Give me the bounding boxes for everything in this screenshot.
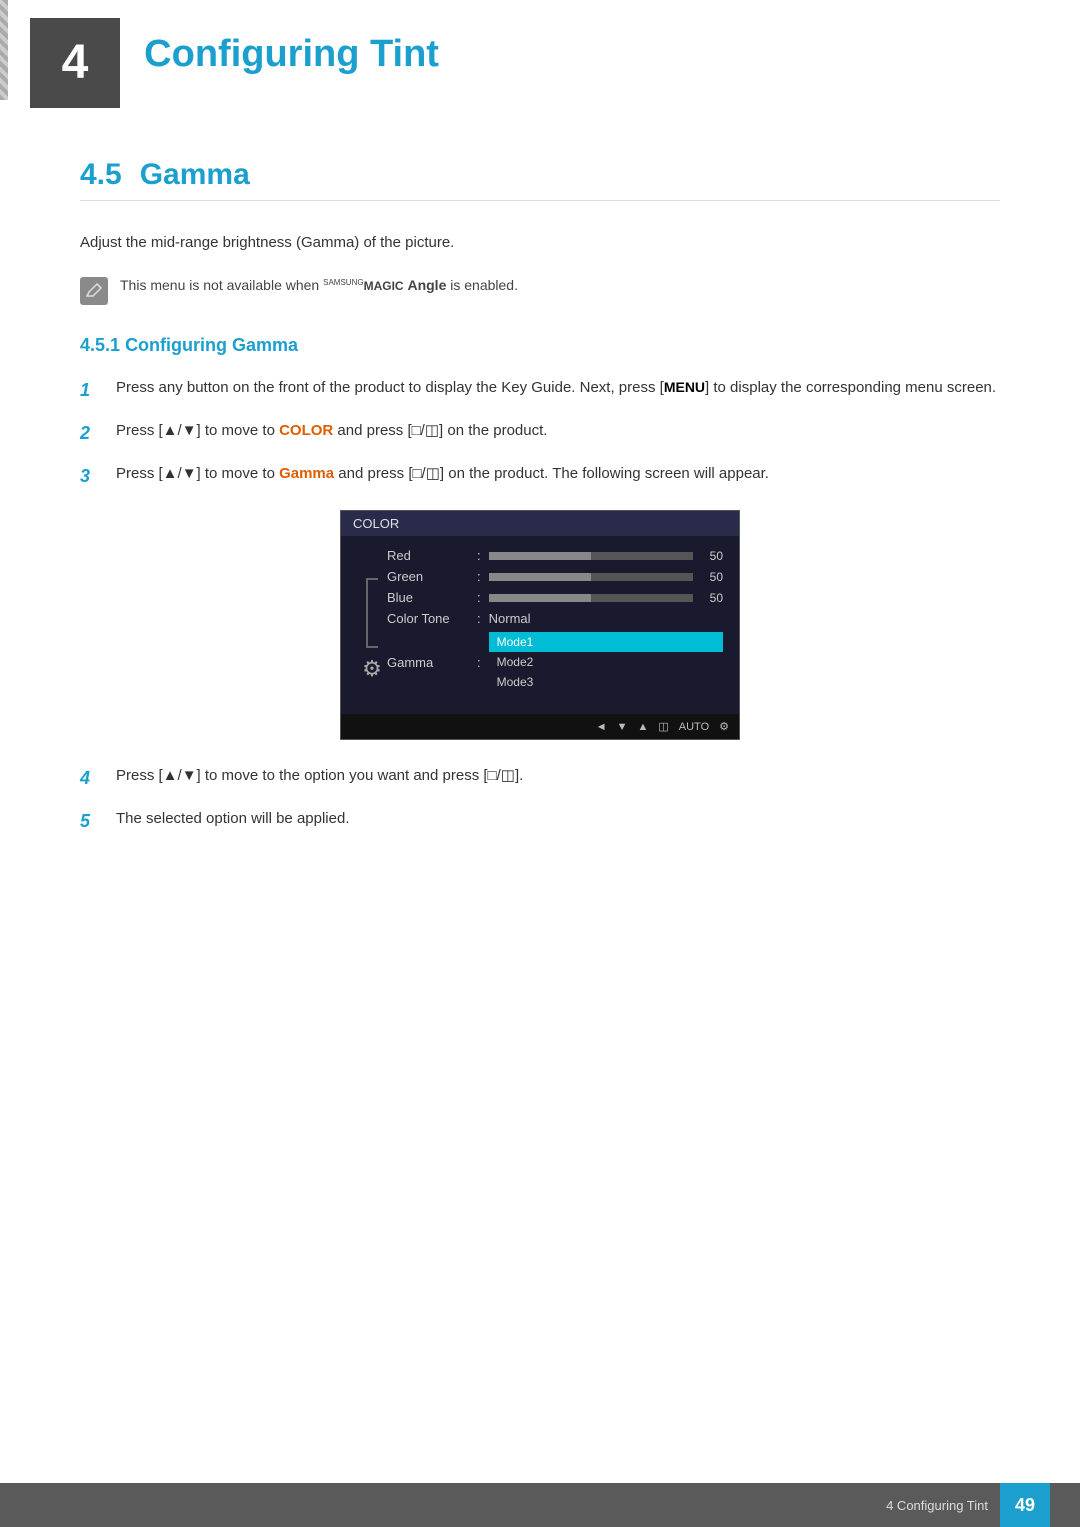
- step-2: 2 Press [▲/▼] to move to COLOR and press…: [80, 419, 1000, 448]
- color-menu-label: COLOR: [279, 422, 333, 439]
- green-bar-container: 50: [489, 570, 723, 584]
- gamma-menu-label: Gamma: [279, 465, 334, 482]
- menu-key: MENU: [664, 379, 705, 395]
- section-heading: 4.5 Gamma: [80, 158, 1000, 201]
- blue-label: Blue: [387, 590, 477, 605]
- monitor-body: ⚙ Red : 50: [341, 536, 739, 714]
- settings-icon: ⚙: [362, 656, 382, 682]
- step-number-4: 4: [80, 764, 100, 793]
- step-1: 1 Press any button on the front of the p…: [80, 376, 1000, 405]
- step-number-5: 5: [80, 807, 100, 836]
- gamma-option-mode3: Mode3: [489, 672, 723, 692]
- monitor-btn-up: ▲: [637, 721, 648, 733]
- subsection-heading: 4.5.1 Configuring Gamma: [80, 335, 1000, 356]
- monitor-btn-gear: ⚙: [719, 720, 729, 733]
- color-tone-label: Color Tone: [387, 611, 477, 626]
- gamma-dropdown: Mode1 Mode2 Mode3: [489, 632, 723, 692]
- monitor-footer: ◄ ▼ ▲ ◫ AUTO ⚙: [341, 714, 739, 739]
- monitor-row-green: Green : 50: [387, 569, 723, 584]
- step-text-3: Press [▲/▼] to move to Gamma and press […: [116, 462, 1000, 491]
- section-description: Adjust the mid-range brightness (Gamma) …: [80, 231, 1000, 255]
- monitor-btn-select: ◫: [658, 720, 668, 733]
- blue-bar: [489, 594, 693, 602]
- step-number-2: 2: [80, 419, 100, 448]
- chapter-number: 4: [30, 18, 120, 108]
- step-text-1: Press any button on the front of the pro…: [116, 376, 1000, 405]
- monitor-row-gamma: Gamma : Mode1 Mode2 Mode3: [387, 632, 723, 692]
- red-bar-container: 50: [489, 549, 723, 563]
- note-text: This menu is not available when SAMSUNGM…: [120, 275, 518, 296]
- color-tone-value: Normal: [489, 611, 531, 626]
- monitor-rows-main: Red : 50 Green :: [387, 548, 723, 698]
- note-box: This menu is not available when SAMSUNGM…: [80, 275, 1000, 305]
- step-text-5: The selected option will be applied.: [116, 807, 1000, 836]
- green-label: Green: [387, 569, 477, 584]
- monitor-btn-left: ◄: [596, 721, 607, 733]
- page-footer: 4 Configuring Tint 49: [0, 1483, 1080, 1527]
- blue-bar-container: 50: [489, 591, 723, 605]
- footer-text: 4 Configuring Tint: [886, 1498, 988, 1513]
- monitor-row-color-tone: Color Tone : Normal: [387, 611, 723, 626]
- red-bar-fill: [489, 552, 591, 560]
- header-accent-stripe: [0, 0, 8, 100]
- green-bar: [489, 573, 693, 581]
- gamma-option-mode2: Mode2: [489, 652, 723, 672]
- monitor-bracket: [366, 578, 378, 648]
- subsection-number: 4.5.1: [80, 335, 120, 355]
- monitor-menu-header: COLOR: [341, 511, 739, 536]
- monitor-btn-down: ▼: [617, 721, 628, 733]
- section-number: 4.5: [80, 158, 122, 191]
- green-bar-fill: [489, 573, 591, 581]
- monitor-row-blue: Blue : 50: [387, 590, 723, 605]
- gamma-label: Gamma: [387, 655, 477, 670]
- steps-list-cont: 4 Press [▲/▼] to move to the option you …: [80, 764, 1000, 836]
- step-5: 5 The selected option will be applied.: [80, 807, 1000, 836]
- note-icon: [80, 277, 108, 305]
- pencil-icon: [85, 282, 103, 300]
- gamma-option-mode1: Mode1: [489, 632, 723, 652]
- monitor-screenshot: COLOR ⚙ Red :: [340, 510, 740, 740]
- steps-list: 1 Press any button on the front of the p…: [80, 376, 1000, 490]
- monitor-btn-auto: AUTO: [679, 721, 709, 733]
- monitor-left-icons: ⚙: [357, 548, 387, 698]
- monitor-row-red: Red : 50: [387, 548, 723, 563]
- step-text-4: Press [▲/▼] to move to the option you wa…: [116, 764, 1000, 793]
- step-number-3: 3: [80, 462, 100, 491]
- red-label: Red: [387, 548, 477, 563]
- samsung-magic-label: SAMSUNGMAGIC: [323, 279, 403, 293]
- step-4: 4 Press [▲/▼] to move to the option you …: [80, 764, 1000, 793]
- main-content: 4.5 Gamma Adjust the mid-range brightness…: [0, 138, 1080, 936]
- subsection-title: Configuring Gamma: [125, 335, 298, 355]
- monitor-rows-wrapper: ⚙ Red : 50: [357, 548, 723, 698]
- page-number: 49: [1000, 1483, 1050, 1527]
- section-title: Gamma: [140, 158, 250, 191]
- step-number-1: 1: [80, 376, 100, 405]
- step-3: 3 Press [▲/▼] to move to Gamma and press…: [80, 462, 1000, 491]
- red-value: 50: [701, 549, 723, 563]
- chapter-title: Configuring Tint: [144, 33, 439, 76]
- red-bar: [489, 552, 693, 560]
- blue-bar-fill: [489, 594, 591, 602]
- chapter-header: 4 Configuring Tint: [0, 0, 1080, 128]
- step-text-2: Press [▲/▼] to move to COLOR and press […: [116, 419, 1000, 448]
- green-value: 50: [701, 570, 723, 584]
- blue-value: 50: [701, 591, 723, 605]
